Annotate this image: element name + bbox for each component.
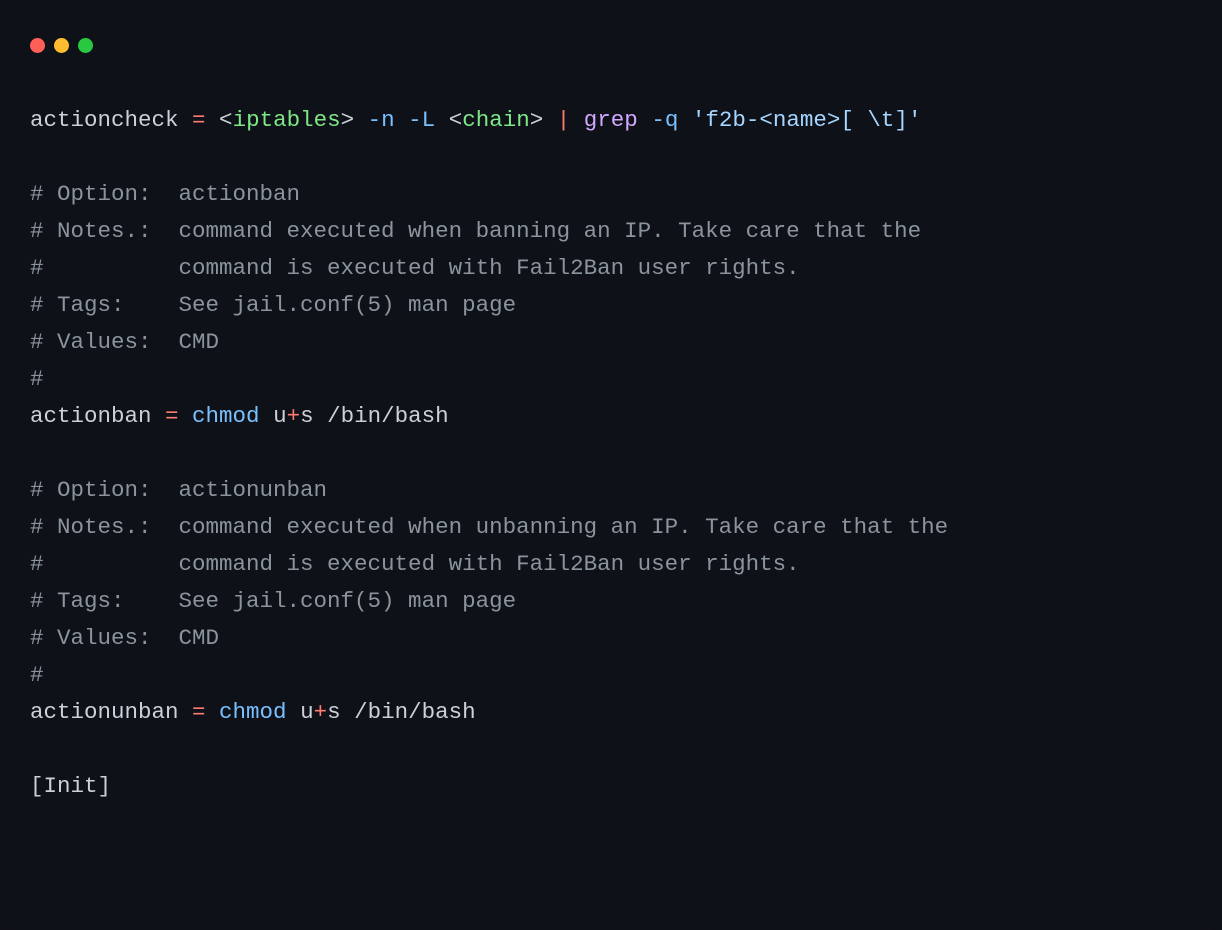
comment-line: # Option: actionban: [30, 181, 300, 207]
comment-line: # command is executed with Fail2Ban user…: [30, 255, 800, 281]
cmd-chmod: chmod: [192, 403, 260, 429]
window-titlebar: [0, 30, 1222, 60]
space: [543, 107, 557, 133]
space: [395, 107, 409, 133]
comment-line: #: [30, 662, 44, 688]
config-key-actionunban: actionunban: [30, 699, 179, 725]
plus-operator: +: [314, 699, 328, 725]
arg: s: [300, 403, 314, 429]
close-icon[interactable]: [30, 38, 45, 53]
arg: u: [273, 403, 287, 429]
terminal-window: actioncheck = <iptables> -n -L <chain> |…: [0, 0, 1222, 930]
flag-q: -q: [651, 107, 678, 133]
space: [678, 107, 692, 133]
space: [570, 107, 584, 133]
string-quote-close: ': [908, 107, 922, 133]
ini-section-init: [Init]: [30, 773, 111, 799]
space: [287, 699, 301, 725]
angle-close: >: [530, 107, 544, 133]
arg: u: [300, 699, 314, 725]
equals-sign: =: [152, 403, 193, 429]
space: [638, 107, 652, 133]
comment-line: # Notes.: command executed when unbannin…: [30, 514, 948, 540]
string-tag-name: name: [773, 107, 827, 133]
path: /bin/bash: [327, 403, 449, 429]
comment-line: # Tags: See jail.conf(5) man page: [30, 588, 516, 614]
space: [435, 107, 449, 133]
maximize-icon[interactable]: [78, 38, 93, 53]
angle-open: <: [219, 107, 233, 133]
config-key-actionban: actionban: [30, 403, 152, 429]
comment-line: # Option: actionunban: [30, 477, 327, 503]
space: [354, 107, 368, 133]
space: [314, 403, 328, 429]
comment-line: # Values: CMD: [30, 329, 219, 355]
cmd-grep: grep: [584, 107, 638, 133]
comment-line: # command is executed with Fail2Ban user…: [30, 551, 800, 577]
string-part: [ \t]: [840, 107, 908, 133]
flag-n: -n: [368, 107, 395, 133]
tag-iptables: iptables: [233, 107, 341, 133]
path: /bin/bash: [354, 699, 476, 725]
string-angle-close: >: [827, 107, 841, 133]
config-key-actioncheck: actioncheck: [30, 107, 179, 133]
string-quote-open: ': [692, 107, 706, 133]
tag-chain: chain: [462, 107, 530, 133]
equals-sign: =: [179, 699, 220, 725]
cmd-chmod: chmod: [219, 699, 287, 725]
pipe-operator: |: [557, 107, 571, 133]
arg: s: [327, 699, 341, 725]
minimize-icon[interactable]: [54, 38, 69, 53]
comment-line: # Values: CMD: [30, 625, 219, 651]
flag-L: -L: [408, 107, 435, 133]
plus-operator: +: [287, 403, 301, 429]
space: [341, 699, 355, 725]
comment-line: #: [30, 366, 44, 392]
comment-line: # Notes.: command executed when banning …: [30, 218, 921, 244]
code-content: actioncheck = <iptables> -n -L <chain> |…: [0, 60, 1222, 805]
angle-open: <: [449, 107, 463, 133]
angle-close: >: [341, 107, 355, 133]
equals-sign: =: [179, 107, 220, 133]
comment-line: # Tags: See jail.conf(5) man page: [30, 292, 516, 318]
space: [260, 403, 274, 429]
string-part: f2b-: [705, 107, 759, 133]
string-angle-open: <: [759, 107, 773, 133]
